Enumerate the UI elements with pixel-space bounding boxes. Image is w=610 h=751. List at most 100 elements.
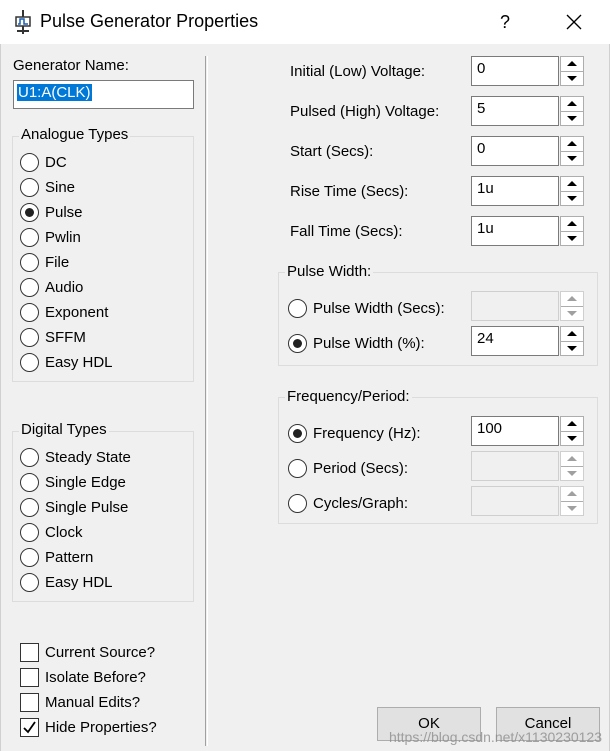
checkbox-box[interactable] bbox=[20, 693, 39, 712]
radio-analogue-exponent[interactable]: Exponent bbox=[20, 300, 113, 325]
radio-analogue-pwlin[interactable]: Pwlin bbox=[20, 225, 113, 250]
spin-up-button[interactable] bbox=[561, 417, 583, 432]
radio-button[interactable] bbox=[20, 448, 39, 467]
pulse-width-percent-option[interactable]: Pulse Width (%): bbox=[288, 331, 425, 356]
spinner bbox=[560, 451, 584, 481]
checkbox-label: Current Source? bbox=[45, 644, 156, 661]
rise-time-label: Rise Time (Secs): bbox=[290, 183, 409, 200]
radio-button[interactable] bbox=[288, 459, 307, 478]
radio-label: Single Pulse bbox=[45, 499, 129, 516]
spin-up-button[interactable] bbox=[561, 217, 583, 232]
fall-time-input[interactable]: 1u bbox=[471, 216, 559, 246]
radio-analogue-audio[interactable]: Audio bbox=[20, 275, 113, 300]
radio-analogue-dc[interactable]: DC bbox=[20, 150, 113, 175]
radio-label: Pulse Width (%): bbox=[313, 335, 425, 352]
checkbox-label: Isolate Before? bbox=[45, 669, 146, 686]
radio-button[interactable] bbox=[20, 303, 39, 322]
spin-down-button[interactable] bbox=[561, 152, 583, 166]
start-input[interactable]: 0 bbox=[471, 136, 559, 166]
spin-down-button bbox=[561, 467, 583, 481]
spin-up-button[interactable] bbox=[561, 97, 583, 112]
checkbox-box[interactable] bbox=[20, 643, 39, 662]
pulse-width-secs-option[interactable]: Pulse Width (Secs): bbox=[288, 296, 445, 321]
radio-label: Easy HDL bbox=[45, 354, 113, 371]
checkbox-manual-edits[interactable]: Manual Edits? bbox=[20, 690, 157, 715]
radio-button-selected[interactable] bbox=[288, 334, 307, 353]
radio-button-selected[interactable] bbox=[20, 203, 39, 222]
pulsed-voltage-input[interactable]: 5 bbox=[471, 96, 559, 126]
radio-button[interactable] bbox=[20, 498, 39, 517]
radio-button-selected[interactable] bbox=[288, 424, 307, 443]
close-button[interactable] bbox=[556, 8, 592, 36]
radio-button[interactable] bbox=[20, 278, 39, 297]
radio-analogue-easy-hdl[interactable]: Easy HDL bbox=[20, 350, 113, 375]
radio-button[interactable] bbox=[20, 573, 39, 592]
radio-digital-easy-hdl[interactable]: Easy HDL bbox=[20, 570, 131, 595]
radio-label: Single Edge bbox=[45, 474, 126, 491]
checkbox-current-source[interactable]: Current Source? bbox=[20, 640, 157, 665]
spin-down-button[interactable] bbox=[561, 72, 583, 86]
spin-up-button bbox=[561, 292, 583, 307]
radio-button[interactable] bbox=[20, 153, 39, 172]
spin-down-button[interactable] bbox=[561, 192, 583, 206]
spin-down-button[interactable] bbox=[561, 432, 583, 446]
pulse-width-secs-field bbox=[471, 291, 584, 321]
radio-button[interactable] bbox=[20, 328, 39, 347]
radio-digital-steady-state[interactable]: Steady State bbox=[20, 445, 131, 470]
spin-down-button[interactable] bbox=[561, 232, 583, 246]
spin-down-button[interactable] bbox=[561, 342, 583, 356]
period-field bbox=[471, 451, 584, 481]
spinner bbox=[560, 96, 584, 126]
radio-button[interactable] bbox=[288, 299, 307, 318]
radio-digital-clock[interactable]: Clock bbox=[20, 520, 131, 545]
radio-digital-single-pulse[interactable]: Single Pulse bbox=[20, 495, 131, 520]
spin-up-button[interactable] bbox=[561, 177, 583, 192]
checkbox-box[interactable] bbox=[20, 668, 39, 687]
period-input bbox=[471, 451, 559, 481]
frequency-option[interactable]: Frequency (Hz): bbox=[288, 421, 421, 446]
radio-button[interactable] bbox=[20, 523, 39, 542]
digital-types-title: Digital Types bbox=[19, 421, 109, 438]
spin-up-button[interactable] bbox=[561, 137, 583, 152]
spinner bbox=[560, 416, 584, 446]
checkbox-hide-properties[interactable]: Hide Properties? bbox=[20, 715, 157, 740]
radio-analogue-sffm[interactable]: SFFM bbox=[20, 325, 113, 350]
radio-label: Exponent bbox=[45, 304, 109, 321]
radio-digital-pattern[interactable]: Pattern bbox=[20, 545, 131, 570]
initial-voltage-label: Initial (Low) Voltage: bbox=[290, 63, 426, 80]
radio-label: DC bbox=[45, 154, 67, 171]
radio-button[interactable] bbox=[288, 494, 307, 513]
radio-button[interactable] bbox=[20, 473, 39, 492]
pulse-width-percent-input[interactable]: 24 bbox=[471, 326, 559, 356]
period-option[interactable]: Period (Secs): bbox=[288, 456, 408, 481]
spinner bbox=[560, 326, 584, 356]
checkmark-icon bbox=[23, 721, 36, 734]
panel-divider bbox=[205, 56, 208, 746]
help-button[interactable]: ? bbox=[488, 8, 522, 36]
spin-down-button[interactable] bbox=[561, 112, 583, 126]
watermark: https://blog.csdn.net/x1130230123 bbox=[388, 729, 602, 745]
spin-up-button[interactable] bbox=[561, 57, 583, 72]
cycles-field bbox=[471, 486, 584, 516]
checkbox-isolate-before[interactable]: Isolate Before? bbox=[20, 665, 157, 690]
radio-button[interactable] bbox=[20, 353, 39, 372]
generator-name-input[interactable]: U1:A(CLK) bbox=[13, 80, 194, 109]
radio-digital-single-edge[interactable]: Single Edge bbox=[20, 470, 131, 495]
checkbox-box-checked[interactable] bbox=[20, 718, 39, 737]
rise-time-input[interactable]: 1u bbox=[471, 176, 559, 206]
radio-button[interactable] bbox=[20, 178, 39, 197]
radio-analogue-file[interactable]: File bbox=[20, 250, 113, 275]
initial-voltage-input[interactable]: 0 bbox=[471, 56, 559, 86]
radio-analogue-pulse[interactable]: Pulse bbox=[20, 200, 113, 225]
radio-button[interactable] bbox=[20, 253, 39, 272]
frequency-input[interactable]: 100 bbox=[471, 416, 559, 446]
cycles-option[interactable]: Cycles/Graph: bbox=[288, 491, 408, 516]
radio-analogue-sine[interactable]: Sine bbox=[20, 175, 113, 200]
pulse-width-secs-input bbox=[471, 291, 559, 321]
radio-button[interactable] bbox=[20, 548, 39, 567]
spin-up-button[interactable] bbox=[561, 327, 583, 342]
options-list: Current Source? Isolate Before? Manual E… bbox=[20, 640, 157, 740]
radio-button[interactable] bbox=[20, 228, 39, 247]
pulse-width-percent-field: 24 bbox=[471, 326, 584, 356]
radio-label: Period (Secs): bbox=[313, 460, 409, 477]
